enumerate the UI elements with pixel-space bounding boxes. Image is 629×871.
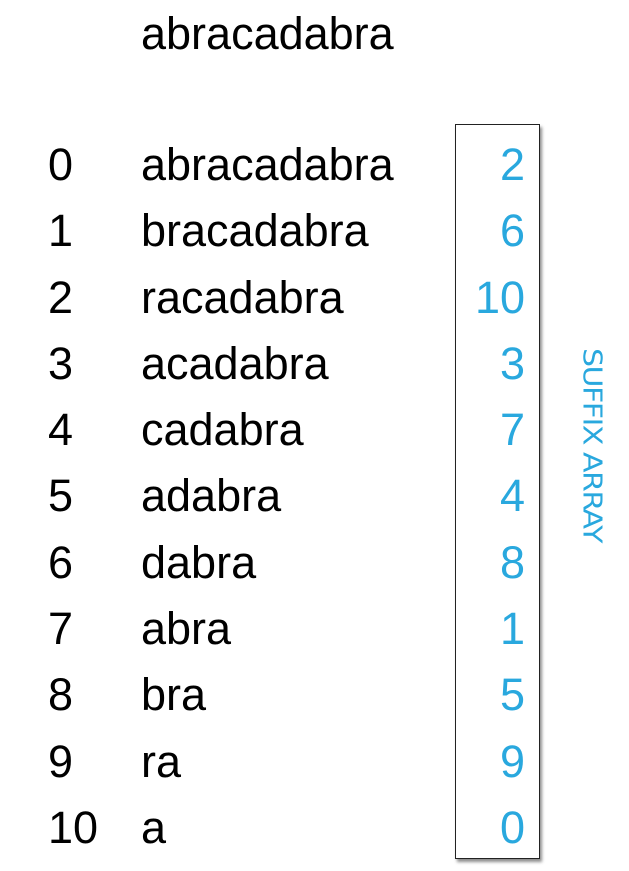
suffix-array-value: 7 (499, 404, 525, 456)
row-suffix: bracadabra (141, 205, 369, 257)
row-suffix: bra (141, 669, 207, 721)
suffix-row: 8 bra 5 (0, 662, 629, 728)
suffix-array-value: 9 (499, 735, 525, 787)
suffix-row: 0 abracadabra 2 (0, 132, 629, 198)
row-index: 2 (48, 271, 74, 323)
row-index: 3 (48, 337, 74, 389)
suffix-row: 2 racadabra 10 (0, 265, 629, 331)
suffix-row: 6 dabra 8 (0, 530, 629, 596)
row-suffix: racadabra (141, 271, 344, 323)
suffix-array-value: 3 (499, 337, 525, 389)
row-index: 7 (48, 603, 74, 655)
suffix-row: 5 adabra 4 (0, 463, 629, 529)
suffix-array-value: 4 (499, 470, 525, 522)
row-suffix: abracadabra (141, 139, 394, 190)
row-index: 6 (48, 536, 74, 588)
row-suffix: a (141, 801, 167, 853)
suffix-row: 3 acadabra 3 (0, 331, 629, 397)
suffix-array-value: 8 (499, 536, 525, 588)
string-title: abracadabra (141, 8, 394, 59)
suffix-array-value: 6 (499, 205, 525, 257)
suffix-row: 7 abra 1 (0, 596, 629, 662)
row-suffix: cadabra (141, 404, 304, 456)
suffix-array-value: 1 (499, 603, 525, 655)
suffix-array-value: 10 (474, 271, 525, 323)
row-suffix: dabra (141, 536, 257, 588)
row-suffix: adabra (141, 470, 282, 522)
row-suffix: ra (141, 735, 182, 787)
row-suffix: abra (141, 603, 232, 655)
suffix-row: 9 ra 9 (0, 729, 629, 795)
row-index: 10 (48, 801, 99, 853)
row-index: 4 (48, 404, 74, 456)
row-index: 8 (48, 669, 74, 721)
suffix-rows: 0 abracadabra 2 1 bracadabra 6 2 racadab… (0, 132, 629, 861)
row-index: 5 (48, 470, 74, 522)
row-index: 0 (48, 139, 74, 190)
suffix-array-label: SUFFIX ARRAY (576, 348, 607, 542)
row-suffix: acadabra (141, 337, 329, 389)
row-index: 1 (48, 205, 74, 257)
suffix-array-value: 5 (499, 669, 525, 721)
row-index: 9 (48, 735, 74, 787)
suffix-row: 4 cadabra 7 (0, 397, 629, 463)
suffix-row: 1 bracadabra 6 (0, 198, 629, 264)
suffix-array-value: 0 (499, 801, 525, 853)
suffix-row: 10 a 0 (0, 795, 629, 861)
suffix-array-value: 2 (499, 139, 525, 190)
